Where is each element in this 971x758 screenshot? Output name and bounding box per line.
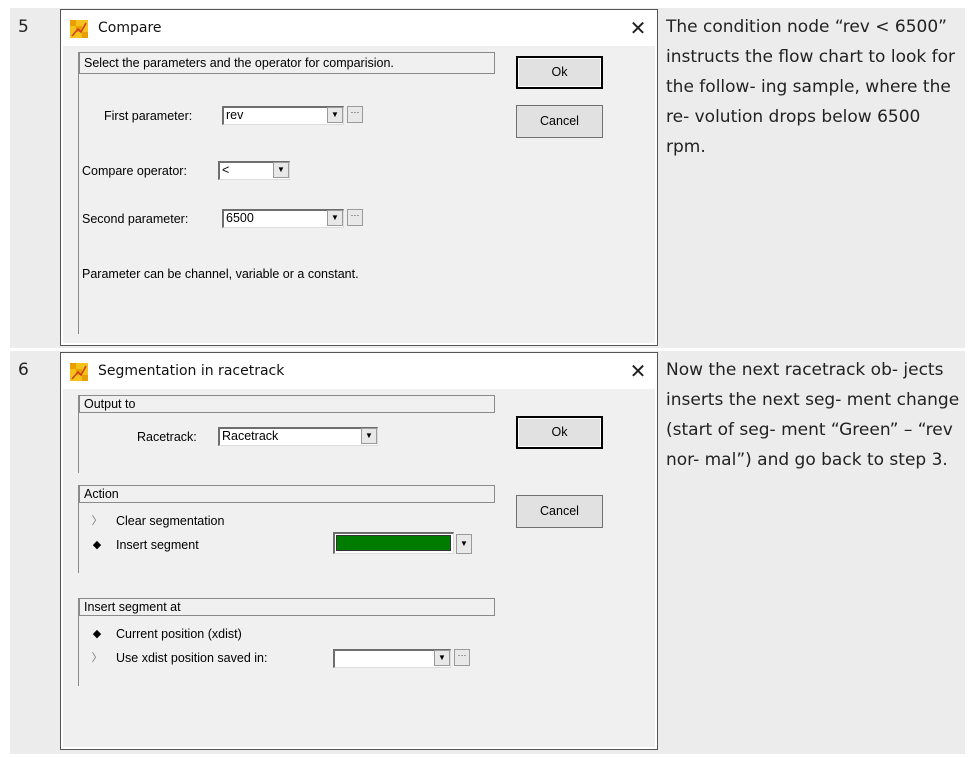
use-xdist-label[interactable]: Use xdist position saved in: xyxy=(116,651,267,665)
step-description: The condition node “rev < 6500” instruct… xyxy=(666,17,955,157)
instruction-text: Select the parameters and the operator f… xyxy=(84,56,394,70)
compare-operator-label: Compare operator: xyxy=(82,164,187,178)
radio-icon[interactable]: 〉 xyxy=(91,515,103,527)
app-icon xyxy=(70,363,88,381)
clear-segmentation-label[interactable]: Clear segmentation xyxy=(116,514,224,528)
group-header: Output to xyxy=(79,395,495,413)
close-icon[interactable]: ✕ xyxy=(625,16,651,40)
group-header: Action xyxy=(79,485,495,503)
first-parameter-label: First parameter: xyxy=(104,109,193,123)
radio-selected-icon[interactable]: ◆ xyxy=(91,628,103,640)
dialog-titlebar: Segmentation in racetrack ✕ xyxy=(61,353,657,389)
ok-button[interactable]: Ok xyxy=(516,416,603,449)
output-group: Output to Racetrack: Racetrack ▼ xyxy=(78,395,495,473)
cancel-button[interactable]: Cancel xyxy=(516,495,603,528)
current-position-label[interactable]: Current position (xdist) xyxy=(116,627,242,641)
compare-operator-value: < xyxy=(222,163,230,177)
parameters-group: Select the parameters and the operator f… xyxy=(78,52,495,334)
insert-at-group-title: Insert segment at xyxy=(84,600,181,614)
xdist-combo[interactable]: ▼ xyxy=(333,649,451,668)
dialog-titlebar: Compare ✕ xyxy=(61,10,657,46)
second-parameter-label: Second parameter: xyxy=(82,212,189,226)
radio-selected-icon[interactable]: ◆ xyxy=(91,539,103,551)
step-number: 6 xyxy=(18,360,29,380)
output-group-title: Output to xyxy=(84,397,136,411)
dialog-body: Output to Racetrack: Racetrack ▼ Action … xyxy=(63,389,655,747)
first-parameter-value: rev xyxy=(226,108,244,122)
step-number: 5 xyxy=(18,17,29,37)
first-parameter-combo[interactable]: rev ▼ xyxy=(222,106,344,125)
group-header: Select the parameters and the operator f… xyxy=(79,52,495,74)
radio-icon[interactable]: 〉 xyxy=(91,652,103,664)
compare-operator-combo[interactable]: < ▼ xyxy=(218,161,290,180)
action-group-title: Action xyxy=(84,487,119,501)
ellipsis-button[interactable]: ··· xyxy=(454,649,470,666)
cancel-button[interactable]: Cancel xyxy=(516,105,603,138)
segmentation-dialog: Segmentation in racetrack ✕ Output to Ra… xyxy=(60,352,658,750)
dialog-title: Segmentation in racetrack xyxy=(98,363,285,379)
compare-dialog: Compare ✕ Select the parameters and the … xyxy=(60,9,658,346)
ellipsis-button[interactable]: ··· xyxy=(347,209,363,226)
racetrack-combo[interactable]: Racetrack ▼ xyxy=(218,427,378,446)
dialog-body: Select the parameters and the operator f… xyxy=(63,46,655,343)
app-icon xyxy=(70,20,88,38)
step-description: Now the next racetrack ob- jects inserts… xyxy=(666,360,960,470)
chevron-down-icon[interactable]: ▼ xyxy=(361,428,377,444)
chevron-down-icon[interactable]: ▼ xyxy=(327,210,343,226)
ok-button[interactable]: Ok xyxy=(516,56,603,89)
group-header: Insert segment at xyxy=(79,598,495,616)
step-5-row: 5 Compare ✕ Select the parameters and th… xyxy=(10,8,965,348)
chevron-down-icon[interactable]: ▼ xyxy=(434,650,450,666)
hint-text: Parameter can be channel, variable or a … xyxy=(82,267,359,281)
step-6-row: 6 Segmentation in racetrack ✕ Output to … xyxy=(10,351,965,754)
segment-color-field[interactable] xyxy=(333,532,454,554)
racetrack-value: Racetrack xyxy=(222,429,279,443)
insert-at-group: Insert segment at ◆ Current position (xd… xyxy=(78,598,495,686)
ellipsis-button[interactable]: ··· xyxy=(347,106,363,123)
dialog-title: Compare xyxy=(98,20,162,36)
insert-segment-label[interactable]: Insert segment xyxy=(116,538,199,552)
second-parameter-value: 6500 xyxy=(226,211,254,225)
racetrack-label: Racetrack: xyxy=(137,430,197,444)
chevron-down-icon[interactable]: ▼ xyxy=(456,534,472,554)
chevron-down-icon[interactable]: ▼ xyxy=(273,162,289,178)
second-parameter-combo[interactable]: 6500 ▼ xyxy=(222,209,344,228)
close-icon[interactable]: ✕ xyxy=(625,359,651,383)
action-group: Action 〉 Clear segmentation ◆ Insert seg… xyxy=(78,485,495,573)
chevron-down-icon[interactable]: ▼ xyxy=(327,107,343,123)
segment-color-swatch xyxy=(336,535,451,551)
